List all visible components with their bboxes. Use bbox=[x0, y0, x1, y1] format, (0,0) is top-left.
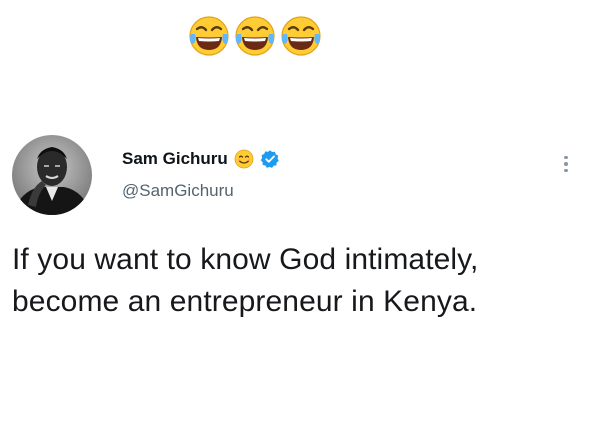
avatar[interactable] bbox=[12, 135, 92, 215]
name-row: Sam Gichuru bbox=[122, 147, 280, 171]
more-dot bbox=[564, 162, 568, 166]
caption-emoji-row bbox=[187, 14, 323, 58]
author-name[interactable]: Sam Gichuru bbox=[122, 149, 228, 169]
more-options-button[interactable] bbox=[555, 149, 577, 179]
face-with-tears-of-joy-icon bbox=[189, 16, 229, 56]
more-dots-icon bbox=[564, 155, 568, 160]
author-handle[interactable]: @SamGichuru bbox=[122, 181, 280, 201]
smiling-face-icon bbox=[234, 149, 254, 169]
tweet-header: Sam Gichuru @SamGichuru bbox=[12, 135, 577, 219]
tweet-card: Sam Gichuru @SamGichuru If you want to k… bbox=[12, 135, 577, 323]
tweet-text: If you want to know God intimately, beco… bbox=[12, 243, 479, 318]
author-identity: Sam Gichuru @SamGichuru bbox=[122, 147, 280, 201]
verified-badge-icon bbox=[260, 149, 280, 169]
more-dot bbox=[564, 168, 568, 173]
face-with-tears-of-joy-icon bbox=[281, 16, 321, 56]
face-with-tears-of-joy-icon bbox=[235, 16, 275, 56]
avatar-photo bbox=[12, 135, 92, 215]
